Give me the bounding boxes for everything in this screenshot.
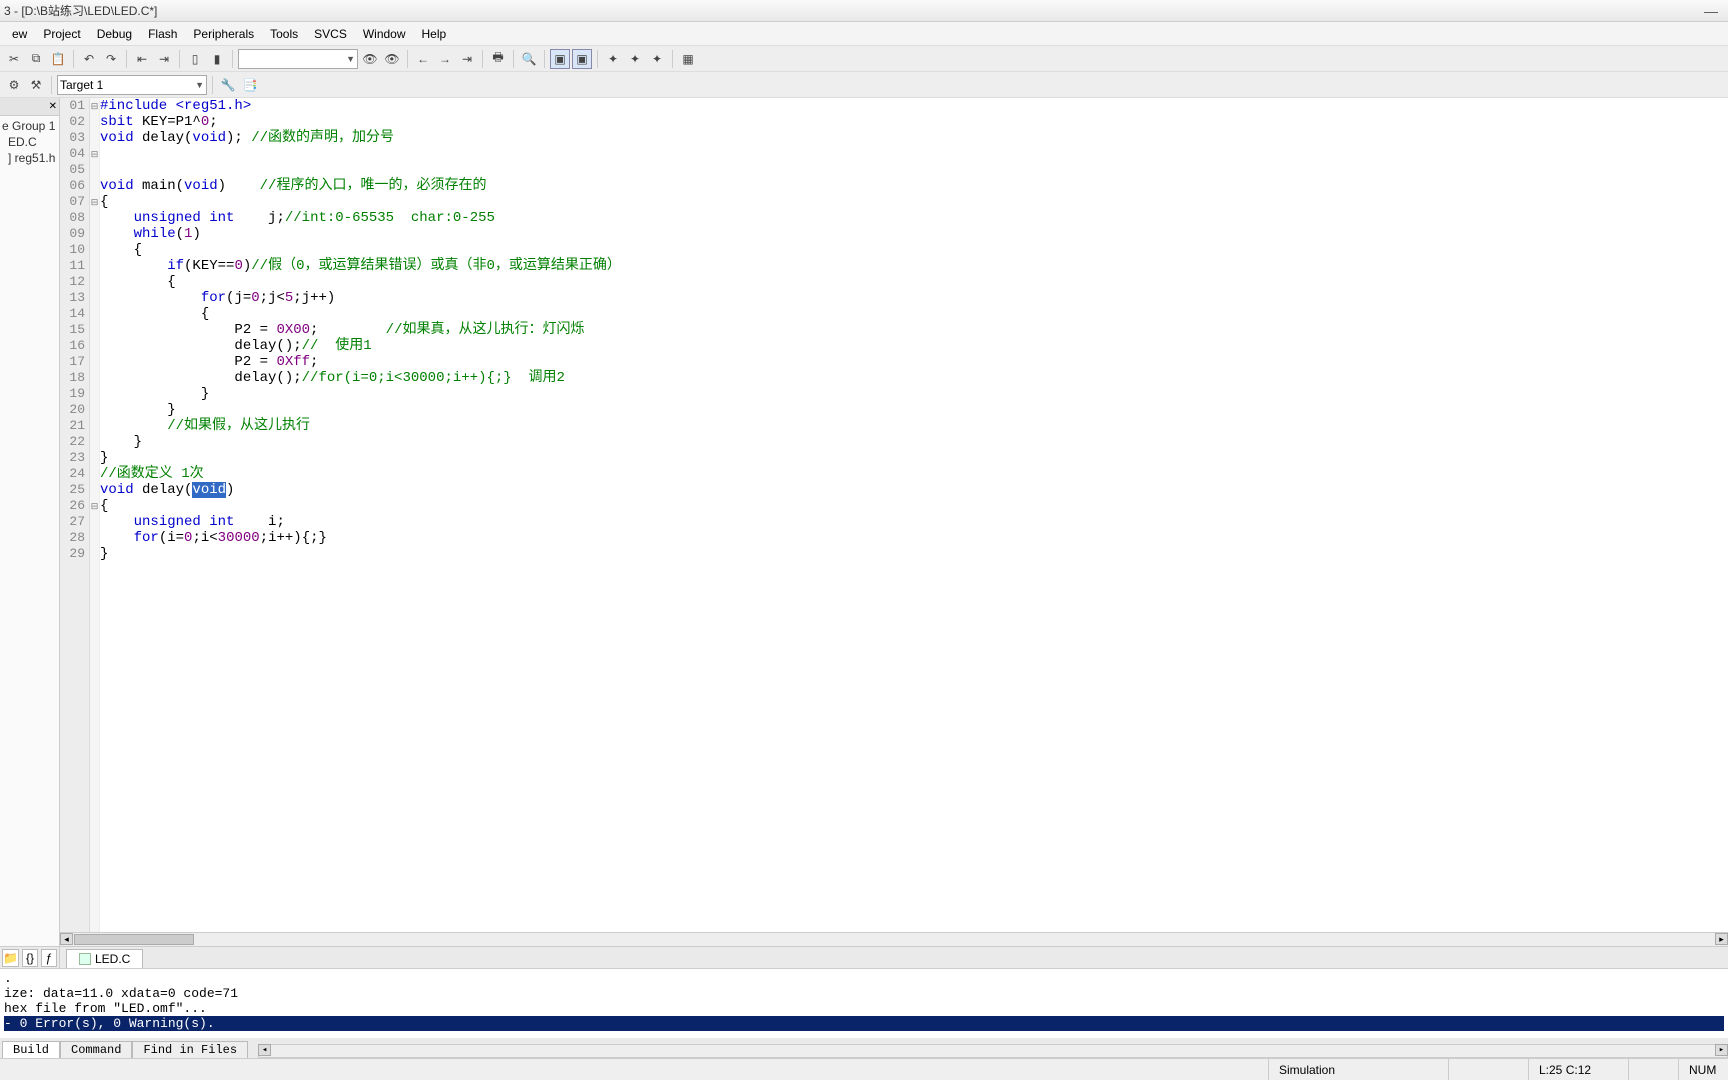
editor-tab-led[interactable]: LED.C <box>66 949 143 968</box>
minimize-button[interactable]: — <box>1698 3 1724 19</box>
tree-item-led[interactable]: ED.C <box>2 134 57 150</box>
menu-ew[interactable]: ew <box>4 25 35 43</box>
bookmark2-icon[interactable]: ▮ <box>207 49 227 69</box>
menu-project[interactable]: Project <box>35 25 88 43</box>
menu-flash[interactable]: Flash <box>140 25 185 43</box>
redo-icon[interactable]: ↷ <box>101 49 121 69</box>
editor-tab-label: LED.C <box>95 952 130 966</box>
status-mode: Simulation <box>1268 1059 1448 1080</box>
fold-gutter[interactable]: ⊟⊟⊟⊟ <box>90 98 100 932</box>
indent-left-icon[interactable]: ⇤ <box>132 49 152 69</box>
paste-icon[interactable]: 📋 <box>48 49 68 69</box>
tool1-icon[interactable]: ✦ <box>603 49 623 69</box>
nav-back-icon[interactable]: ← <box>413 49 433 69</box>
project-panel-tabs: 📁 {} ƒ <box>0 946 59 968</box>
line-gutter: 0102030405060708091011121314151617181920… <box>60 98 90 932</box>
out-scroll-left-icon[interactable]: ◂ <box>258 1044 271 1056</box>
target-options-icon[interactable]: 📑 <box>240 75 260 95</box>
copy-icon[interactable]: ⧉ <box>26 49 46 69</box>
menu-tools[interactable]: Tools <box>262 25 306 43</box>
tab-project-icon[interactable]: 📁 <box>2 949 19 967</box>
tab-books-icon[interactable]: {} <box>22 949 38 967</box>
panel-header: ✕ <box>0 98 59 116</box>
out-scroll-right-icon[interactable]: ▸ <box>1715 1044 1728 1056</box>
editor-area: 0102030405060708091011121314151617181920… <box>60 98 1728 968</box>
scroll-right-icon[interactable]: ▸ <box>1715 933 1728 945</box>
nav-last-icon[interactable]: ⇥ <box>457 49 477 69</box>
status-blank2 <box>1628 1059 1678 1080</box>
nav-fwd-icon[interactable]: → <box>435 49 455 69</box>
undo-icon[interactable]: ↶ <box>79 49 99 69</box>
target-combo-text: Target 1 <box>60 78 103 92</box>
toolbar-main: ✂ ⧉ 📋 ↶ ↷ ⇤ ⇥ ▯ ▮ ▼ 👁 👁 ← → ⇥ 🖶 🔍 ▣ ▣ ✦ … <box>0 46 1728 72</box>
tool3-icon[interactable]: ✦ <box>647 49 667 69</box>
menu-help[interactable]: Help <box>414 25 455 43</box>
bookmark-icon[interactable]: ▯ <box>185 49 205 69</box>
panel2-icon[interactable]: ▣ <box>572 49 592 69</box>
output-tab-find[interactable]: Find in Files <box>132 1041 248 1058</box>
menu-debug[interactable]: Debug <box>89 25 140 43</box>
scroll-left-icon[interactable]: ◂ <box>60 933 73 945</box>
menu-peripherals[interactable]: Peripherals <box>185 25 262 43</box>
target-combo[interactable]: Target 1▼ <box>57 75 207 95</box>
status-bar: Simulation L:25 C:12 NUM <box>0 1058 1728 1080</box>
indent-right-icon[interactable]: ⇥ <box>154 49 174 69</box>
menu-bar: ewProjectDebugFlashPeripheralsToolsSVCSW… <box>0 22 1728 46</box>
scroll-thumb[interactable] <box>74 934 194 945</box>
tool4-icon[interactable]: ▦ <box>678 49 698 69</box>
find-icon[interactable]: 👁 <box>360 49 380 69</box>
options-icon[interactable]: 🔧 <box>218 75 238 95</box>
menu-window[interactable]: Window <box>355 25 414 43</box>
debug-icon[interactable]: 🔍 <box>519 49 539 69</box>
project-tree[interactable]: e Group 1 ED.C ] reg51.h <box>0 116 59 168</box>
project-panel: ✕ e Group 1 ED.C ] reg51.h 📁 {} ƒ <box>0 98 60 968</box>
status-blank1 <box>1448 1059 1528 1080</box>
find-combo[interactable]: ▼ <box>238 49 358 69</box>
title-bar: 3 - [D:\B站练习\LED\LED.C*] — <box>0 0 1728 22</box>
toolbar-build: ⚙ ⚒ Target 1▼ 🔧 📑 <box>0 72 1728 98</box>
output-tabs: Build Command Find in Files ◂ ▸ <box>0 1038 1728 1058</box>
tree-item-reg51[interactable]: ] reg51.h <box>2 150 57 166</box>
tree-group[interactable]: e Group 1 <box>2 118 57 134</box>
status-cursor-pos: L:25 C:12 <box>1528 1059 1628 1080</box>
find-next-icon[interactable]: 👁 <box>382 49 402 69</box>
output-hscroll[interactable]: ◂ ▸ <box>258 1044 1728 1058</box>
file-icon <box>79 953 91 965</box>
editor-hscroll[interactable]: ◂ ▸ <box>60 932 1728 946</box>
status-num: NUM <box>1678 1059 1728 1080</box>
editor-tabs: LED.C <box>60 946 1728 968</box>
code-editor[interactable]: #include <reg51.h>sbit KEY=P1^0;void del… <box>100 98 1728 932</box>
output-lines[interactable]: .ize: data=11.0 xdata=0 code=71hex file … <box>0 969 1728 1038</box>
panel1-icon[interactable]: ▣ <box>550 49 570 69</box>
output-tab-build[interactable]: Build <box>2 1041 60 1058</box>
rebuild-icon[interactable]: ⚒ <box>26 75 46 95</box>
menu-svcs[interactable]: SVCS <box>306 25 355 43</box>
output-tab-command[interactable]: Command <box>60 1041 132 1058</box>
tool2-icon[interactable]: ✦ <box>625 49 645 69</box>
tab-functions-icon[interactable]: ƒ <box>41 949 57 967</box>
build-output: .ize: data=11.0 xdata=0 code=71hex file … <box>0 968 1728 1058</box>
app-title: 3 - [D:\B站练习\LED\LED.C*] <box>4 2 157 19</box>
print-icon[interactable]: 🖶 <box>488 49 508 69</box>
cut-icon[interactable]: ✂ <box>4 49 24 69</box>
build-icon[interactable]: ⚙ <box>4 75 24 95</box>
